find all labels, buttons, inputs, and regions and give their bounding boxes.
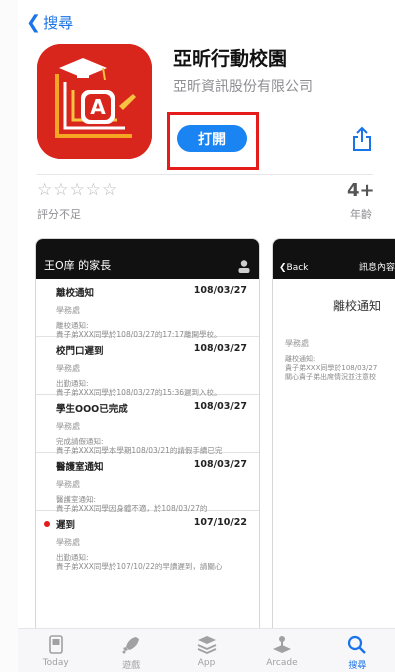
chevron-left-icon: ❮	[26, 12, 42, 33]
list-item: 醫護室通知 108/03/27 學務處 醫護室通知: 貴子弟XXX同學因身體不適，…	[36, 453, 259, 513]
app-icon: A	[37, 44, 152, 159]
message-body: 關心貴子弟出席情況並注意校	[285, 373, 376, 381]
left-frame-edge	[0, 0, 18, 672]
message-body-label: 出勤通知:	[56, 379, 89, 388]
app-logo-icon: A	[37, 44, 152, 159]
back-to-search-link[interactable]: ❮ 搜尋	[26, 12, 73, 33]
person-icon	[238, 260, 250, 273]
message-detail-title: 離校通知	[332, 299, 381, 313]
back-label: 搜尋	[43, 14, 74, 32]
age-rating-value: 4+	[347, 180, 375, 201]
tab-arcade[interactable]: Arcade	[244, 629, 319, 672]
search-icon	[348, 635, 367, 654]
tab-label: 搜尋	[348, 661, 367, 671]
message-dept: 學務處	[56, 422, 80, 431]
message-date: 108/03/27	[193, 285, 247, 296]
message-body-label: 完成請假通知:	[56, 437, 104, 446]
message-body: 貴子弟XXX同學於108/03/27	[285, 364, 378, 372]
message-body-label: 離校通知:	[56, 321, 89, 330]
message-dept: 學務處	[56, 538, 80, 547]
message-dept: 學務處	[56, 480, 80, 489]
preview-header-title: 訊息內容	[358, 263, 395, 273]
list-item: 學生OOO已完成 108/03/27 學務處 完成請假通知: 貴子弟XXX同學本學…	[36, 395, 259, 455]
screenshot-preview-1[interactable]: 王O庠 的家長 離校通知 108/03/27 學務處 離校通知: 貴子弟XXX同學…	[35, 238, 260, 648]
app-vendor-link[interactable]: 亞昕資訊股份有限公司	[173, 76, 313, 96]
message-title: 學生OOO已完成	[56, 404, 128, 415]
preview-header-title: 王O庠 的家長	[44, 259, 112, 272]
share-icon[interactable]	[351, 126, 373, 152]
tab-apps[interactable]: App	[169, 629, 244, 672]
message-date: 108/03/27	[193, 343, 247, 354]
arcade-joystick-icon	[272, 636, 291, 653]
message-body-label: 離校通知:	[285, 355, 316, 363]
preview-header: 王O庠 的家長	[36, 239, 259, 279]
tab-today[interactable]: Today	[18, 629, 93, 672]
tab-search[interactable]: 搜尋	[320, 629, 395, 672]
message-date: 107/10/22	[193, 517, 247, 528]
list-item: 校門口遲到 108/03/27 學務處 出勤通知: 貴子弟XXX同學於108/03…	[36, 337, 259, 397]
message-date: 108/03/27	[193, 401, 247, 412]
list-item: 離校通知 108/03/27 學務處 離校通知: 貴子弟XXX同學於108/03/…	[36, 279, 259, 339]
list-item: 遲到 107/10/22 學務處 出勤通知: 貴子弟XXX同學於107/10/22…	[36, 511, 259, 571]
app-stack-icon	[197, 636, 216, 654]
svg-text:A: A	[90, 95, 106, 119]
message-date: 108/03/27	[193, 459, 247, 470]
message-title: 遲到	[56, 520, 76, 531]
preview-back-label: ❮Back	[279, 263, 309, 273]
message-body-label: 醫護室通知:	[56, 495, 97, 504]
header-divider	[37, 174, 373, 175]
open-button[interactable]: 打開	[177, 125, 247, 152]
today-icon	[48, 635, 63, 654]
message-dept: 學務處	[56, 306, 80, 315]
tab-bar: Today 遊戲 App Arcade 搜尋	[18, 628, 395, 672]
message-dept: 學務處	[56, 364, 80, 373]
message-body-label: 出勤通知:	[56, 553, 89, 562]
unread-dot-icon	[44, 521, 50, 527]
tab-label: Today	[42, 658, 69, 668]
app-title: 亞昕行動校園	[173, 48, 288, 70]
age-rating-label: 年齡	[350, 208, 372, 221]
rating-label: 評分不足	[37, 208, 81, 221]
rocket-icon	[122, 637, 140, 654]
message-dept: 學務處	[285, 339, 309, 348]
preview-header: ❮Back 訊息內容	[273, 239, 395, 279]
screenshot-preview-2[interactable]: ❮Back 訊息內容 離校通知 學務處 離校通知: 貴子弟XXX同學於108/0…	[272, 238, 395, 648]
tab-games[interactable]: 遊戲	[93, 629, 168, 672]
message-title: 離校通知	[56, 288, 95, 299]
open-button-highlight: 打開	[167, 112, 259, 170]
preview-back-text: Back	[286, 263, 309, 273]
rating-stars: ☆☆☆☆☆	[37, 180, 119, 200]
tab-label: App	[197, 658, 216, 668]
message-body: 貴子弟XXX同學於107/10/22的早讀遲到，請關心	[56, 562, 223, 571]
tab-label: 遊戲	[122, 661, 141, 671]
message-title: 醫護室通知	[56, 462, 104, 473]
tab-label: Arcade	[266, 658, 298, 668]
message-title: 校門口遲到	[56, 346, 104, 357]
